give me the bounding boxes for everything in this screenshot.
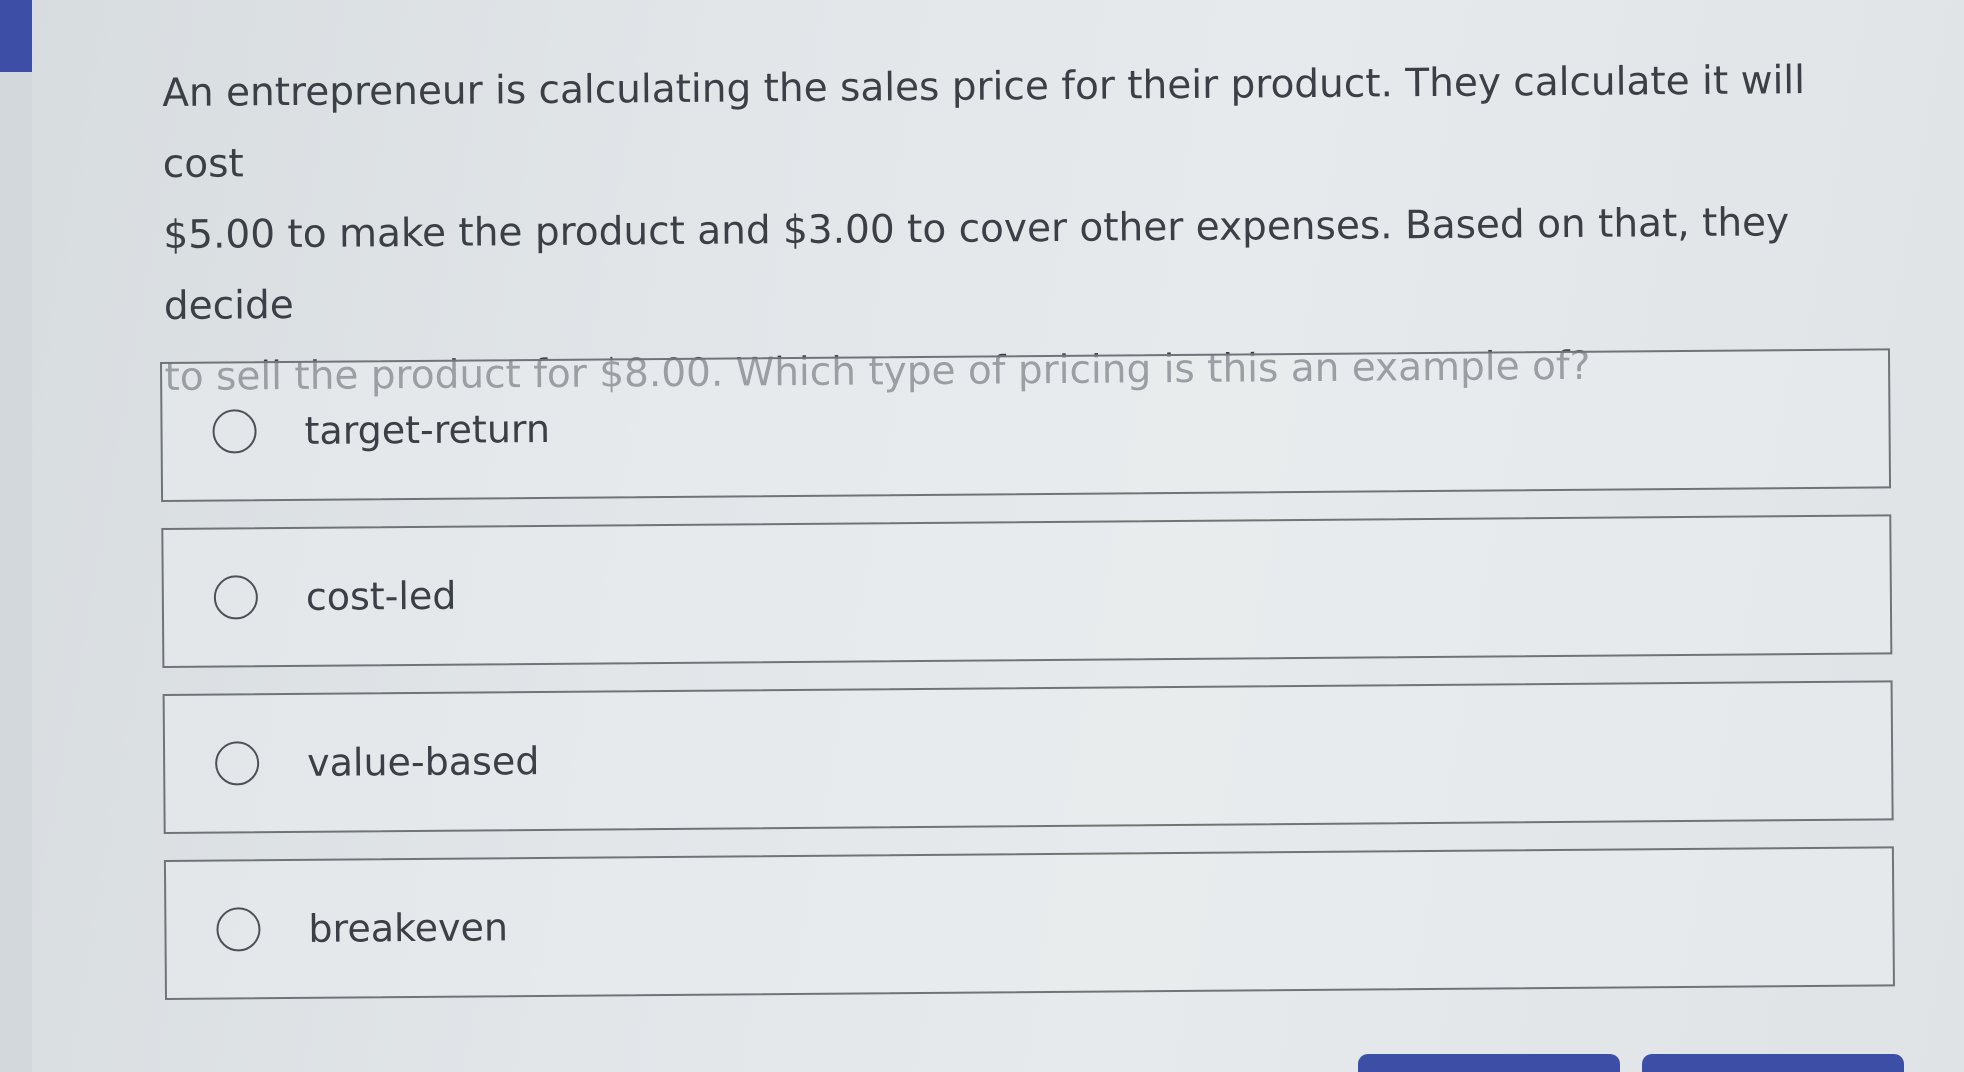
- radio-button-icon[interactable]: [214, 741, 260, 786]
- radio-button-icon[interactable]: [212, 409, 257, 454]
- option-label: breakeven: [308, 905, 509, 951]
- option-cost-led[interactable]: cost-led: [161, 514, 1893, 668]
- option-label: cost-led: [305, 573, 457, 619]
- left-sidebar-edge: [0, 72, 32, 1072]
- bottom-button-right[interactable]: [1642, 1054, 1904, 1072]
- radio-button-icon[interactable]: [213, 575, 259, 620]
- option-value-based[interactable]: value-based: [162, 680, 1894, 834]
- answer-options: target-return cost-led value-based break…: [160, 348, 1895, 1026]
- option-label: value-based: [306, 739, 540, 785]
- option-label: target-return: [304, 406, 551, 453]
- option-breakeven[interactable]: breakeven: [163, 846, 1895, 1000]
- bottom-button-left[interactable]: [1358, 1054, 1620, 1072]
- radio-button-icon[interactable]: [216, 907, 261, 952]
- accent-strip: [0, 0, 32, 72]
- question-line-1: An entrepreneur is calculating the sales…: [162, 58, 1806, 187]
- option-target-return[interactable]: target-return: [160, 348, 1892, 502]
- question-line-2: $5.00 to make the product and $3.00 to c…: [163, 200, 1790, 329]
